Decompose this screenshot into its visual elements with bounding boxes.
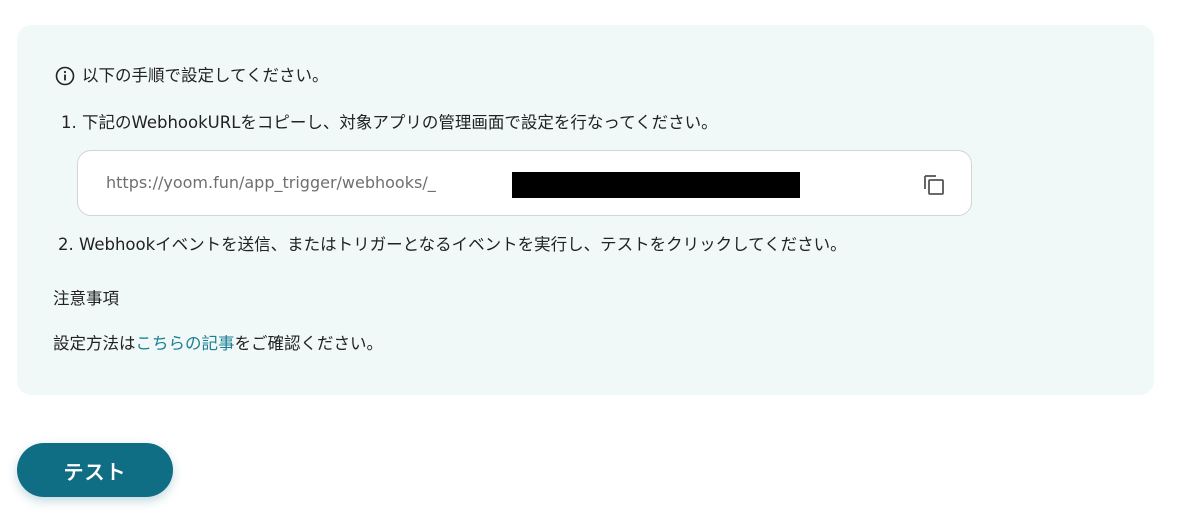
notes-body: 設定方法はこちらの記事をご確認ください。 [53,333,383,355]
redacted-token [512,172,800,198]
article-link[interactable]: こちらの記事 [136,334,235,353]
notes-heading: 注意事項 [53,289,119,308]
intro-text: 以下の手順で設定してください。 [82,66,329,85]
step-2-text: 2. Webhookイベントを送信、またはトリガーとなるイベントを実行し、テスト… [58,235,847,254]
intro-line: 以下の手順で設定してください。 [55,65,329,87]
notes-body-suffix: をご確認ください。 [234,334,384,353]
webhook-url-field[interactable]: https://yoom.fun/app_trigger/webhooks/_ [77,150,972,216]
webhook-url-text[interactable]: https://yoom.fun/app_trigger/webhooks/_ [106,173,436,193]
info-icon [55,66,75,86]
test-button[interactable]: テスト [17,443,173,497]
instructions-panel: 以下の手順で設定してください。 1. 下記のWebhookURLをコピーし、対象… [17,25,1154,395]
copy-icon[interactable] [921,172,947,198]
notes-body-prefix: 設定方法は [53,334,136,353]
step-1-text: 1. 下記のWebhookURLをコピーし、対象アプリの管理画面で設定を行なって… [61,113,718,132]
